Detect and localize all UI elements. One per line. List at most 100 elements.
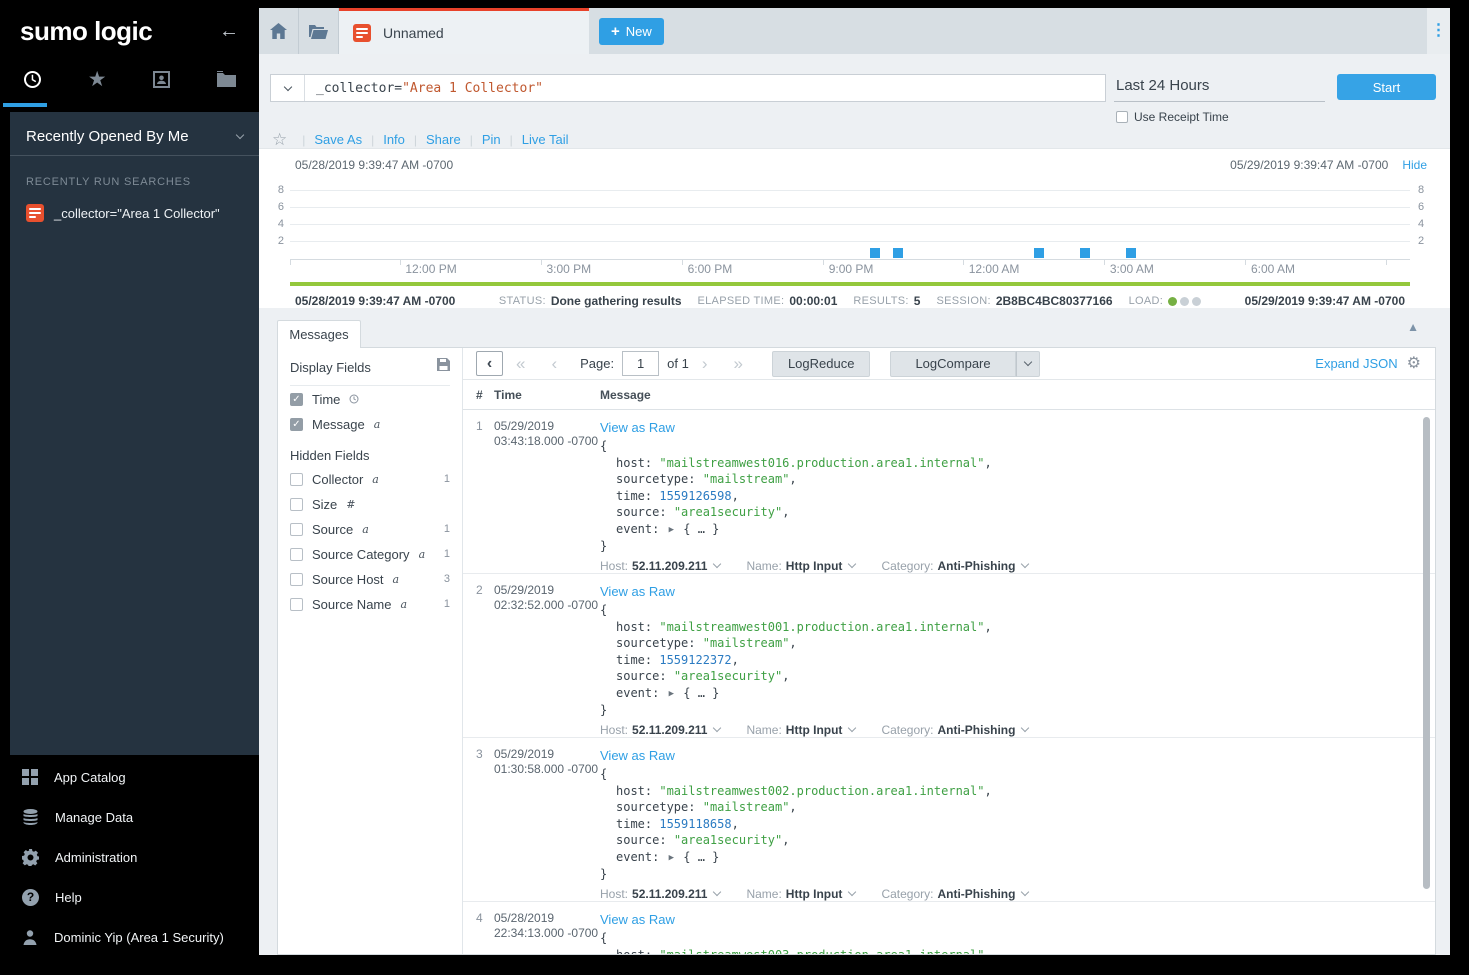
message-row[interactable]: 305/29/201901:30:58.000 -0700View as Raw… xyxy=(463,738,1435,902)
favorite-star-icon[interactable]: ☆ xyxy=(272,131,287,148)
recent-panel: Recently Opened By Me RECENTLY RUN SEARC… xyxy=(10,112,259,755)
sidebar-tab-shared[interactable] xyxy=(130,57,195,101)
expand-event-icon[interactable]: ▶ xyxy=(667,689,676,699)
meta-name-dropdown[interactable]: Name:Http Input xyxy=(746,559,855,573)
message-row[interactable]: 205/29/201902:32:52.000 -0700View as Raw… xyxy=(463,574,1435,738)
histogram-bar[interactable] xyxy=(1080,248,1090,258)
field-row-time: ✓ Time xyxy=(290,387,450,411)
meta-host-dropdown[interactable]: Host:52.11.209.211 xyxy=(600,559,720,573)
vertical-scrollbar[interactable] xyxy=(1423,417,1430,889)
chevron-down-icon xyxy=(848,888,856,896)
menu-item-help[interactable]: ? Help xyxy=(0,877,259,917)
folder-open-icon xyxy=(309,24,328,39)
logcompare-dropdown-button[interactable] xyxy=(1016,351,1040,377)
source-category-field-checkbox[interactable] xyxy=(290,548,303,561)
meta-name-dropdown[interactable]: Name:Http Input xyxy=(746,887,855,901)
row-meta: Host:52.11.209.211 Name:Http Input Categor… xyxy=(600,887,1435,901)
menu-item-administration[interactable]: Administration xyxy=(0,837,259,877)
meta-host-dropdown[interactable]: Host:52.11.209.211 xyxy=(600,723,720,737)
time-range-bar[interactable] xyxy=(290,282,1410,286)
recent-search-item[interactable]: _collector="Area 1 Collector" xyxy=(10,198,259,228)
time-field-checkbox[interactable]: ✓ xyxy=(290,393,303,406)
search-query-input[interactable]: _collector="Area 1 Collector" xyxy=(305,81,1105,96)
next-page-icon[interactable]: › xyxy=(689,354,721,374)
back-button[interactable]: ‹ xyxy=(476,351,503,376)
chevron-down-icon xyxy=(1023,358,1031,366)
info-link[interactable]: Info xyxy=(383,132,405,147)
share-link[interactable]: Share xyxy=(426,132,461,147)
tab-messages[interactable]: Messages xyxy=(277,320,361,348)
messages-area: Messages ▲ Display Fields ✓ Time xyxy=(259,308,1450,955)
page-number-input[interactable] xyxy=(622,351,659,376)
histogram-bar[interactable] xyxy=(893,248,903,258)
time-range-selector[interactable]: Last 24 Hours xyxy=(1114,74,1325,102)
new-tab-button[interactable]: + New xyxy=(599,18,664,45)
logcompare-button[interactable]: LogCompare xyxy=(890,351,1015,377)
menu-item-account[interactable]: Dominic Yip (Area 1 Security) xyxy=(0,917,259,957)
field-row-size: Size # xyxy=(290,492,450,516)
display-fields-title: Display Fields xyxy=(290,360,371,375)
menu-item-app-catalog[interactable]: App Catalog xyxy=(0,757,259,797)
histogram-bar[interactable] xyxy=(1034,248,1044,258)
tab-overflow-menu-button[interactable]: ⋮ xyxy=(1427,8,1450,54)
message-row[interactable]: 405/28/201922:34:13.000 -0700View as Raw… xyxy=(463,902,1435,954)
size-field-checkbox[interactable] xyxy=(290,498,303,511)
status-end-date: 05/29/2019 9:39:47 AM -0700 xyxy=(1245,294,1405,308)
histogram-bar[interactable] xyxy=(1126,248,1136,258)
expand-json-link[interactable]: Expand JSON xyxy=(1315,356,1397,371)
meta-name-dropdown[interactable]: Name:Http Input xyxy=(746,723,855,737)
sidebar-tab-recent[interactable] xyxy=(0,57,65,101)
view-as-raw-link[interactable]: View as Raw xyxy=(600,584,675,599)
pin-link[interactable]: Pin xyxy=(482,132,501,147)
start-button[interactable]: Start xyxy=(1337,74,1436,100)
meta-category-dropdown[interactable]: Category:Anti-Phishing xyxy=(881,559,1028,573)
tab-unnamed[interactable]: Unnamed xyxy=(339,8,589,54)
logreduce-button[interactable]: LogReduce xyxy=(772,351,871,377)
message-field-checkbox[interactable]: ✓ xyxy=(290,418,303,431)
expand-event-icon[interactable]: ▶ xyxy=(667,525,676,535)
sidebar-tab-library[interactable] xyxy=(194,57,259,101)
results-table-header: # Time Message xyxy=(463,380,1435,410)
sidebar-tab-favorites[interactable]: ★ xyxy=(65,57,130,101)
settings-gear-icon[interactable]: ⚙ xyxy=(1407,356,1421,372)
chevron-down-icon xyxy=(1021,560,1029,568)
collapse-panel-icon[interactable]: ▲ xyxy=(1407,320,1419,334)
source-field-checkbox[interactable] xyxy=(290,523,303,536)
row-message: View as Raw{host: "mailstreamwest002.pro… xyxy=(600,747,1435,901)
message-row[interactable]: 105/29/201903:43:18.000 -0700View as Raw… xyxy=(463,410,1435,574)
use-receipt-time-checkbox[interactable] xyxy=(1116,111,1128,123)
clock-icon xyxy=(349,394,359,404)
meta-host-dropdown[interactable]: Host:52.11.209.211 xyxy=(600,887,720,901)
view-as-raw-link[interactable]: View as Raw xyxy=(600,912,675,927)
star-icon: ★ xyxy=(88,69,107,90)
floppy-disk-icon xyxy=(437,358,450,371)
source-host-field-checkbox[interactable] xyxy=(290,573,303,586)
expand-event-icon[interactable]: ▶ xyxy=(667,853,676,863)
save-fields-button[interactable] xyxy=(437,358,450,376)
last-page-icon[interactable]: » xyxy=(720,354,755,374)
hide-chart-link[interactable]: Hide xyxy=(1402,158,1427,172)
open-folder-button[interactable] xyxy=(299,8,339,54)
histogram-bar[interactable] xyxy=(870,248,880,258)
help-icon: ? xyxy=(22,889,39,906)
query-expand-button[interactable] xyxy=(271,75,305,101)
recent-selector[interactable]: Recently Opened By Me xyxy=(10,112,259,156)
first-page-icon[interactable]: « xyxy=(503,354,538,374)
x-tick-label: 3:00 AM xyxy=(1110,262,1154,276)
x-tick-mark xyxy=(541,260,542,265)
view-as-raw-link[interactable]: View as Raw xyxy=(600,420,675,435)
collector-field-checkbox[interactable] xyxy=(290,473,303,486)
chevron-down-icon xyxy=(236,131,244,139)
save-as-link[interactable]: Save As xyxy=(314,132,362,147)
view-as-raw-link[interactable]: View as Raw xyxy=(600,748,675,763)
results-column: ‹ « ‹ Page: of 1 › » LogReduce LogCompar… xyxy=(463,348,1435,954)
meta-category-dropdown[interactable]: Category:Anti-Phishing xyxy=(881,887,1028,901)
row-meta: Host:52.11.209.211 Name:Http Input Categor… xyxy=(600,723,1435,737)
home-button[interactable] xyxy=(259,8,299,54)
menu-item-manage-data[interactable]: Manage Data xyxy=(0,797,259,837)
sidebar-collapse-arrow-icon[interactable]: ← xyxy=(219,20,239,43)
source-name-field-checkbox[interactable] xyxy=(290,598,303,611)
live-tail-link[interactable]: Live Tail xyxy=(522,132,569,147)
prev-page-icon[interactable]: ‹ xyxy=(538,354,570,374)
meta-category-dropdown[interactable]: Category:Anti-Phishing xyxy=(881,723,1028,737)
